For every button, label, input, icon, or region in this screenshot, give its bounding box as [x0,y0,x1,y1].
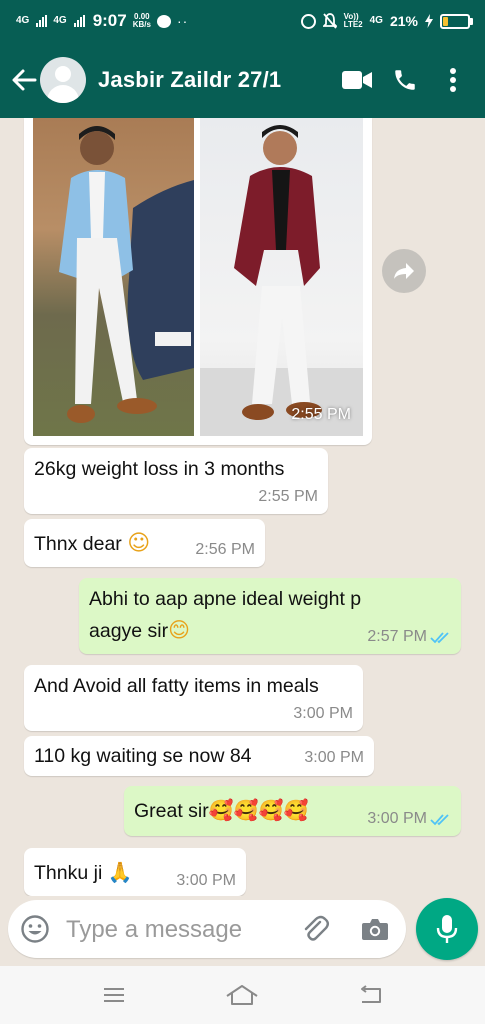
smiling-face-with-hearts-emoji: 🥰🥰🥰🥰 [208,798,309,822]
alarm-icon [300,13,316,29]
message-text: 26kg weight loss in 3 months [34,458,285,480]
status-bar: 4G 4G 9:07 0.00 KB/s ·· Vo)) LTE2 4G 21% [0,0,485,42]
avatar[interactable] [40,57,86,103]
message-time: 2:56 PM [195,541,255,558]
menu-icon [104,988,125,1002]
message-time: 2:55 PM [291,406,351,423]
message-text: Great sir [134,800,209,822]
message-photo[interactable] [33,118,194,436]
message-text-line-1: Abhi to aap apne ideal weight p [89,588,362,610]
battery-percent: 21% [389,13,418,29]
more-options-button[interactable] [431,58,475,102]
status-time: 9:07 [92,11,127,30]
more-notifications-icon: ·· [176,13,189,29]
battery-icon [440,13,473,29]
smiling-face-emoji: 😊 [168,618,191,642]
smiling-face-emoji: ☺ [127,531,151,556]
message-text: 110 kg waiting se now 84 [34,745,252,767]
voice-call-button[interactable] [383,58,427,102]
chat-header: Jasbir Zaildr 27/1 [0,42,485,118]
message-text-line-2: aagye sir😊 [89,618,190,643]
outgoing-message[interactable]: Great sir🥰🥰🥰🥰 3:00 PM [124,786,461,836]
image-message[interactable]: 2:55 PM [24,118,372,445]
message-input[interactable]: Type a message [66,916,242,944]
read-receipt-icon [430,814,449,826]
chat-area[interactable]: 2:55 PM 26kg weight loss in 3 months 2:5… [0,118,485,896]
message-time: 3:00 PM [176,872,236,889]
home-button[interactable] [212,975,272,1015]
emoji-button[interactable] [20,914,50,949]
system-nav-bar [0,966,485,1024]
message-text-line: Thnx dear ☺ [34,531,150,556]
message-composer[interactable]: Type a message [8,900,406,958]
message-time: 2:55 PM [258,488,318,505]
attach-icon [304,915,329,941]
message-time: 3:00 PM [293,705,353,722]
volte-bottom: LTE2 [343,20,363,29]
folded-hands-emoji: 🙏 [107,860,133,884]
incoming-message[interactable]: Thnku ji 🙏 3:00 PM [24,848,246,896]
back-nav-icon [360,985,381,1003]
video-call-button[interactable] [335,58,379,102]
forward-icon [394,263,414,279]
chat-notification-icon [156,14,171,28]
message-text: aagye sir [89,620,169,642]
incoming-message[interactable]: Thnx dear ☺ 2:56 PM [24,519,265,567]
back-arrow-icon [12,69,37,91]
charging-icon [425,14,433,28]
signal-icon [73,15,85,27]
outgoing-message[interactable]: Abhi to aap apne ideal weight p aagye si… [79,578,461,654]
signal-icon [36,15,48,27]
contact-name[interactable]: Jasbir Zaildr 27/1 [98,67,281,93]
attach-button[interactable] [300,914,330,949]
message-text-line: Thnku ji 🙏 [34,860,133,885]
home-icon [226,985,259,1005]
person-in-maroon-jacket-image [200,125,363,436]
message-time: 3:00 PM [367,810,427,827]
person-in-blue-blazer-image [59,126,194,423]
emoji-icon [21,915,49,943]
net-speed: 0.00 KB/s [133,13,151,29]
voice-message-button[interactable] [416,898,478,960]
camera-button[interactable] [360,914,390,949]
recent-apps-button[interactable] [84,975,144,1015]
mute-icon [322,13,337,29]
signal-label-1: 4G [16,15,30,26]
message-text-line: Great sir🥰🥰🥰🥰 [134,798,308,823]
net-speed-unit: KB/s [132,20,151,29]
message-time: 3:00 PM [304,749,364,766]
mic-icon [436,915,458,943]
forward-button[interactable] [382,249,426,293]
camera-icon [362,919,388,940]
voice-call-icon [395,70,415,90]
incoming-message[interactable]: 26kg weight loss in 3 months 2:55 PM [24,448,328,514]
message-photo[interactable]: 2:55 PM [200,118,363,436]
incoming-message[interactable]: And Avoid all fatty items in meals 3:00 … [24,665,363,731]
more-vert-icon [450,68,456,92]
message-text: And Avoid all fatty items in meals [34,675,319,697]
message-time: 2:57 PM [367,628,427,645]
volte-indicator: Vo)) LTE2 [344,13,363,29]
incoming-message[interactable]: 110 kg waiting se now 84 3:00 PM [24,736,374,776]
net-type: 4G [369,15,383,26]
message-text: Thnku ji [34,862,103,884]
message-text: Thnx dear [34,533,122,555]
back-button[interactable] [4,60,44,100]
read-receipt-icon [430,632,449,644]
video-call-icon [342,71,372,89]
back-nav-button[interactable] [341,975,401,1015]
signal-label-2: 4G [53,15,67,26]
